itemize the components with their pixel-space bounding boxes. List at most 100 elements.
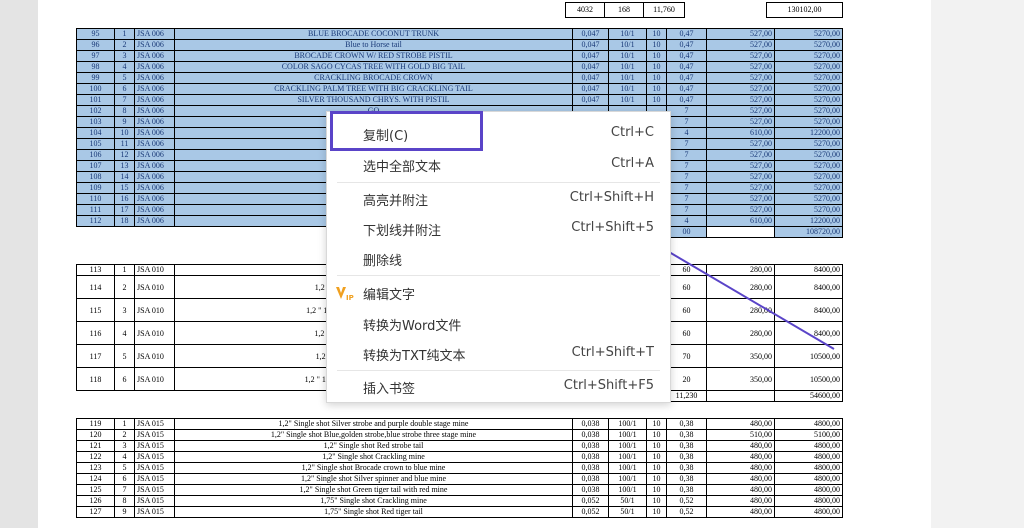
table-cell: 54600,00 [774, 390, 843, 402]
table-cell: 8 [114, 495, 135, 507]
table-cell: 480,00 [706, 473, 775, 485]
table-cell: 4 [666, 215, 707, 227]
table-cell: 5270,00 [774, 83, 843, 95]
svg-text:IP: IP [346, 294, 354, 301]
menu-item-label: 编辑文字 [363, 288, 416, 303]
table-cell: 7 [666, 182, 707, 194]
table-cell: 1 [114, 418, 135, 430]
table-cell: JSA 015 [134, 462, 175, 474]
table-cell: 0,047 [572, 39, 609, 51]
table-cell: JSA 006 [134, 138, 175, 150]
menu-item-label: 转换为TXT纯文本 [363, 349, 466, 364]
table-cell: 0,047 [572, 94, 609, 106]
table-cell: 5270,00 [774, 50, 843, 62]
table-cell: 280,00 [706, 321, 775, 345]
table-cell: 0,38 [666, 418, 707, 430]
table-cell: SILVER THOUSAND CHRYS. WITH PISTIL [174, 94, 573, 106]
table-cell: 10/1 [608, 50, 647, 62]
table-cell: 5 [114, 344, 135, 368]
table-cell: 4 [114, 321, 135, 345]
table-cell: 10500,00 [774, 344, 843, 368]
table-cell: 7 [666, 138, 707, 150]
table-cell: 1,75" Single shot Crackling mine [174, 495, 573, 507]
table-cell: 112 [76, 215, 115, 227]
table-cell: 4 [114, 451, 135, 463]
table-cell: 0,038 [572, 429, 609, 441]
jsa015-table[interactable]: 119 1 JSA 015 1,2" Single shot Silver strob… [76, 418, 843, 518]
table-cell: 7 [666, 105, 707, 117]
table-cell: 0,38 [666, 440, 707, 452]
table-cell: 2 [114, 429, 135, 441]
table-cell: 350,00 [706, 367, 775, 391]
table-cell: 7 [666, 116, 707, 128]
table-cell: JSA 015 [134, 506, 175, 518]
table-cell: 98 [76, 61, 115, 73]
table-cell: 1,2" Single shot Red strobe tail [174, 440, 573, 452]
table-cell: 6 [114, 367, 135, 391]
menu-item-select-all[interactable]: 选中全部文本 Ctrl+A [327, 149, 670, 179]
table-cell: 10 [646, 39, 667, 51]
menu-item-label: 高亮并附注 [363, 194, 429, 209]
menu-item-convert-txt[interactable]: 转换为TXT纯文本 Ctrl+Shift+T [327, 338, 670, 368]
table-cell: 0,47 [666, 39, 707, 51]
table-cell: 10 [646, 429, 667, 441]
menu-item-edit-text[interactable]: IP 编辑文字 [327, 277, 670, 307]
table-cell: JSA 006 [134, 127, 175, 139]
table-cell: 1,75" Single shot Red tiger tail [174, 506, 573, 518]
table-cell: 99 [76, 72, 115, 84]
table-cell: 4800,00 [774, 451, 843, 463]
table-cell: JSA 010 [134, 367, 175, 391]
menu-item-label: 插入书签 [363, 382, 416, 397]
table-cell: 3 [114, 440, 135, 452]
table-cell: 7 [114, 94, 135, 106]
table-cell: 6 [114, 83, 135, 95]
table-cell: 5270,00 [774, 138, 843, 150]
menu-item-underline-note[interactable]: 下划线并附注 Ctrl+Shift+5 [327, 213, 670, 243]
table-cell: 1,2" Single shot Brocade crown to blue m… [174, 462, 573, 474]
table-cell [114, 226, 135, 238]
menu-item-strikethrough[interactable]: 删除线 [327, 243, 670, 273]
table-cell: JSA 010 [134, 344, 175, 368]
table-cell: 0,052 [572, 495, 609, 507]
table-cell: 11 [114, 138, 135, 150]
table-cell: 13 [114, 160, 135, 172]
table-cell: 0,052 [572, 506, 609, 518]
table-cell: 0,038 [572, 440, 609, 452]
table-cell: 0,52 [666, 495, 707, 507]
table-cell: 110 [76, 193, 115, 205]
menu-item-label: 删除线 [363, 254, 403, 269]
table-cell: CRACKLING PALM TREE WITH BIG CRACKLING T… [174, 83, 573, 95]
table-cell: 0,47 [666, 28, 707, 40]
table-cell: JSA 006 [134, 182, 175, 194]
table-cell [135, 391, 175, 402]
table-cell: 12200,00 [774, 127, 843, 139]
table-cell: 20 [666, 367, 707, 391]
table-row: 98 4 JSA 006 COLOR SAGO CYCAS TREE WITH GOL… [76, 61, 843, 73]
menu-item-insert-bookmark[interactable]: 插入书签 Ctrl+Shift+F5 [327, 371, 670, 401]
table-cell: 60 [666, 275, 707, 299]
menu-item-convert-word[interactable]: 转换为Word文件 [327, 308, 670, 338]
table-cell: BROCADE CROWN W/ RED STROBE PISTIL [174, 50, 573, 62]
table-cell: 127 [76, 506, 115, 518]
table-cell: 1 [114, 264, 135, 276]
table-cell: 0,038 [572, 473, 609, 485]
table-cell: JSA 015 [134, 473, 175, 485]
table-cell: 100/1 [608, 462, 647, 474]
table-cell: JSA 006 [134, 28, 175, 40]
table-cell: 100/1 [608, 418, 647, 430]
table-row: 126 8 JSA 015 1,75" Single shot Crackling m… [76, 495, 843, 507]
menu-item-highlight-note[interactable]: 高亮并附注 Ctrl+Shift+H [327, 183, 670, 213]
table-cell: 5270,00 [774, 193, 843, 205]
table-cell: 0,47 [666, 94, 707, 106]
table-cell: 7 [666, 160, 707, 172]
table-cell: 118 [76, 367, 115, 391]
menu-item-label: 选中全部文本 [363, 160, 442, 175]
table-cell: 0,038 [572, 462, 609, 474]
table-cell: 527,00 [706, 50, 775, 62]
table-cell: 5 [114, 462, 135, 474]
table-cell: 121 [76, 440, 115, 452]
table-cell: JSA 006 [134, 193, 175, 205]
table-cell: 527,00 [706, 39, 775, 51]
table-cell: 10/1 [608, 94, 647, 106]
table-cell: 14 [114, 171, 135, 183]
